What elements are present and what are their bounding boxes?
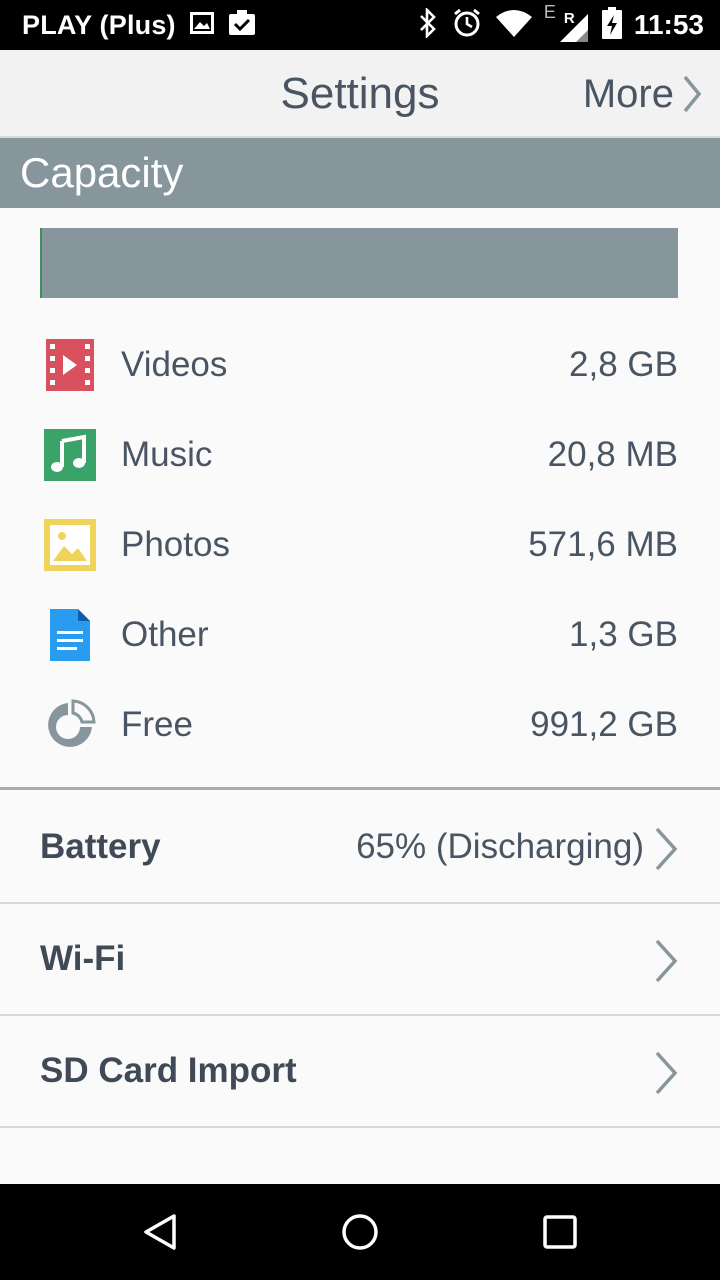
- sd-card-import-row[interactable]: SD Card Import: [0, 1016, 720, 1128]
- chevron-right-icon: [655, 827, 678, 871]
- capacity-section-header: Capacity: [0, 138, 720, 208]
- image-icon: [189, 11, 214, 39]
- battery-status: 65% (Discharging): [356, 827, 644, 866]
- capacity-usage-bar: [40, 228, 678, 298]
- video-icon: [46, 339, 94, 391]
- status-bar: PLAY (Plus) E R 11:53: [0, 0, 720, 50]
- signal-icon: E R: [544, 2, 588, 42]
- home-icon: [342, 1214, 378, 1250]
- storage-item-label: Free: [121, 705, 193, 744]
- music-icon: [44, 429, 96, 481]
- storage-item-label: Other: [121, 615, 209, 654]
- storage-item-videos: Videos 2,8 GB: [0, 320, 720, 410]
- storage-item-value: 571,6 MB: [528, 525, 678, 564]
- back-button[interactable]: [100, 1184, 220, 1280]
- more-button[interactable]: More: [583, 50, 702, 138]
- storage-item-label: Photos: [121, 525, 230, 564]
- storage-item-value: 1,3 GB: [569, 615, 678, 654]
- app-bar: Settings More: [0, 50, 720, 138]
- back-icon: [144, 1214, 176, 1250]
- chevron-right-icon: [683, 75, 702, 113]
- battery-charging-icon: [601, 6, 622, 44]
- carrier-name: PLAY (Plus): [22, 9, 176, 40]
- alarm-icon: [452, 8, 482, 43]
- navigation-bar: [0, 1184, 720, 1280]
- wifi-label: Wi-Fi: [40, 939, 126, 978]
- storage-item-music: Music 20,8 MB: [0, 410, 720, 500]
- bluetooth-icon: [418, 6, 438, 43]
- photo-icon: [44, 519, 96, 571]
- chevron-right-icon: [655, 939, 678, 983]
- wifi-icon: [495, 9, 532, 42]
- battery-row[interactable]: Battery 65% (Discharging): [0, 792, 720, 904]
- storage-item-label: Videos: [121, 345, 228, 384]
- clock-time: 11:53: [633, 9, 704, 40]
- storage-item-value: 20,8 MB: [547, 435, 678, 474]
- storage-item-other: Other 1,3 GB: [0, 590, 720, 680]
- battery-label: Battery: [40, 827, 161, 866]
- wifi-row[interactable]: Wi-Fi: [0, 904, 720, 1016]
- storage-item-photos: Photos 571,6 MB: [0, 500, 720, 590]
- storage-item-free: Free 991,2 GB: [0, 680, 720, 770]
- home-button[interactable]: [300, 1184, 420, 1280]
- document-icon: [50, 609, 90, 661]
- clipboard-check-icon: [228, 9, 256, 41]
- storage-item-value: 991,2 GB: [530, 705, 678, 744]
- section-divider: [0, 787, 720, 790]
- storage-item-label: Music: [121, 435, 213, 474]
- more-label: More: [582, 71, 674, 116]
- chevron-right-icon: [655, 1051, 678, 1095]
- sd-card-import-label: SD Card Import: [40, 1051, 297, 1090]
- pie-chart-icon: [48, 699, 96, 747]
- recents-icon: [543, 1215, 577, 1249]
- recents-button[interactable]: [500, 1184, 620, 1280]
- storage-item-value: 2,8 GB: [569, 345, 678, 384]
